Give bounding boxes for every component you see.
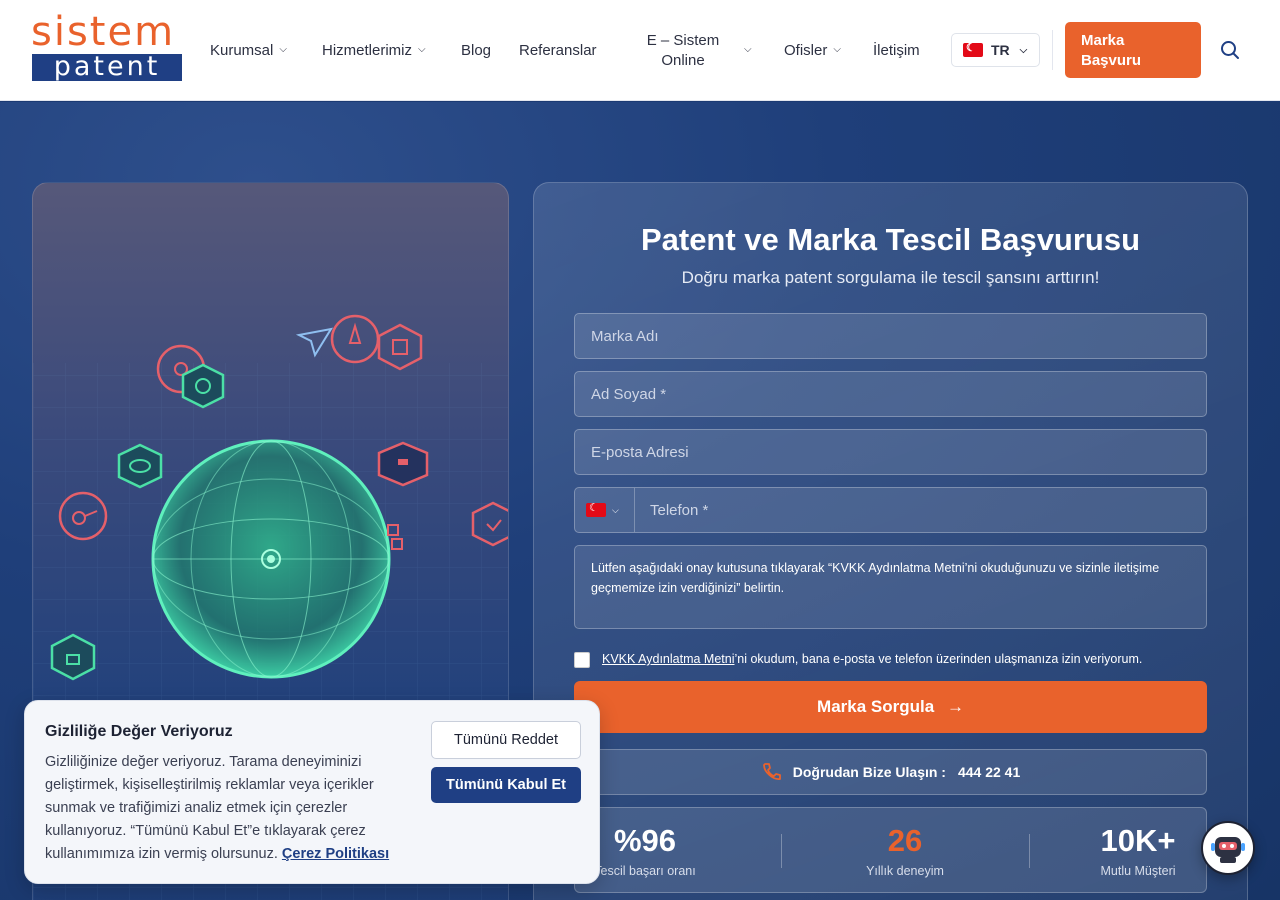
stat-label: Yıllık deneyim xyxy=(866,864,944,878)
kvkk-checkbox[interactable] xyxy=(574,652,590,668)
nav-label: İletişim xyxy=(873,42,920,59)
stat-value: %96 xyxy=(613,823,677,858)
site-logo[interactable]: sistem patent xyxy=(31,12,183,82)
cookie-title: Gizliliğe Değer Veriyoruz xyxy=(45,723,233,740)
language-code: TR xyxy=(991,42,1010,58)
robot-icon xyxy=(1211,837,1245,863)
nav-label: E – Sistem Online xyxy=(640,31,726,71)
contact-number[interactable]: 444 22 41 xyxy=(958,764,1020,780)
full-name-input[interactable] xyxy=(574,371,1207,417)
stat-label: Mutlu Müşteri xyxy=(1100,864,1176,878)
chevron-down-icon: ⌵ xyxy=(612,504,619,515)
nav-label-line2: Online xyxy=(661,51,705,69)
nav-label: Blog xyxy=(461,42,492,59)
turkey-flag-icon xyxy=(963,41,983,57)
arrow-right-icon: → xyxy=(946,697,964,716)
stat-label: Tescil başarı oranı xyxy=(594,864,696,878)
nav-item-blog[interactable]: Blog xyxy=(461,0,491,101)
nav-label: Hizmetlerimiz xyxy=(322,42,412,59)
cookie-consent-banner: Gizliliğe Değer Veriyoruz Gizliliğinize … xyxy=(24,700,600,884)
cta-line1: Marka xyxy=(1081,32,1125,49)
language-selector[interactable]: TR ⌵ xyxy=(951,33,1040,67)
stat-success-rate: %96 Tescil başarı oranı xyxy=(585,822,705,878)
stat-value: 26 xyxy=(887,823,923,858)
lock-icon xyxy=(50,633,96,681)
chip-icon xyxy=(377,323,423,371)
accept-all-button[interactable]: Tümünü Kabul Et xyxy=(431,767,581,803)
cookie-policy-link[interactable]: Çerez Politikası xyxy=(282,846,389,862)
logo-word-bottom: patent xyxy=(32,53,182,81)
nav-item-hizmetlerimiz[interactable]: Hizmetlerimiz ⌵ xyxy=(322,0,426,101)
form-subtitle: Doğru marka patent sorgulama ile tescil … xyxy=(681,268,1100,287)
nav-label: Ofisler xyxy=(784,42,828,59)
consent-info-box: Lütfen aşağıdaki onay kutusuna tıklayara… xyxy=(574,545,1207,629)
phone-icon xyxy=(762,763,781,780)
kvkk-link[interactable]: KVKK Aydınlatma Metni xyxy=(602,652,734,666)
nav-item-ofisler[interactable]: Ofisler ⌵ xyxy=(784,0,841,101)
kvkk-text: ’ni okudum, bana e-posta ve telefon üzer… xyxy=(734,652,1143,666)
logo-word-top: sistem xyxy=(31,9,176,55)
globe xyxy=(151,439,391,679)
stat-divider xyxy=(781,834,782,868)
contact-label: Doğrudan Bize Ulaşın : xyxy=(792,764,946,780)
marka-basvuru-button[interactable]: Marka Başvuru xyxy=(1065,22,1201,78)
cta-line2: Başvuru xyxy=(1081,52,1142,69)
cookie-text: Gizliliğinize değer veriyoruz. Tarama de… xyxy=(45,751,415,866)
chevron-down-icon: ⌵ xyxy=(744,44,752,55)
chevron-down-icon: ⌵ xyxy=(833,44,841,55)
chevron-down-icon: ⌵ xyxy=(418,44,426,55)
paper-plane-icon xyxy=(295,327,334,358)
reject-all-button[interactable]: Tümünü Reddet xyxy=(431,721,581,759)
email-input[interactable] xyxy=(574,429,1207,475)
stat-experience: 26 Yıllık deneyim xyxy=(835,822,975,878)
nav-label: Referanslar xyxy=(519,42,597,59)
nav-item-e-sistem-online[interactable]: E – Sistem Online ⌵ xyxy=(640,0,752,101)
submit-label: Marka Sorgula xyxy=(817,697,935,716)
marka-sorgula-button[interactable]: Marka Sorgula → xyxy=(574,681,1207,733)
contact-bar[interactable]: Doğrudan Bize Ulaşın : 444 22 41 xyxy=(574,749,1207,795)
nav-item-iletisim[interactable]: İletişim xyxy=(873,0,920,101)
cube-icon xyxy=(377,441,429,487)
header-divider xyxy=(1052,30,1053,70)
chevron-down-icon: ⌵ xyxy=(1019,44,1028,56)
chevron-down-icon: ⌵ xyxy=(279,44,287,55)
stat-customers: 10K+ Mutlu Müşteri xyxy=(1083,822,1193,878)
nav-label: Kurumsal xyxy=(210,42,274,59)
site-header: sistem patent Kurumsal ⌵ Hizmetlerimiz ⌵ B… xyxy=(0,0,1280,101)
form-title: Patent ve Marka Tescil Başvurusu xyxy=(640,222,1141,257)
phone-field: ⌵ xyxy=(574,487,1207,533)
brand-name-input[interactable] xyxy=(574,313,1207,359)
rocket-icon xyxy=(330,314,380,364)
nav-label-line1: E – Sistem xyxy=(646,31,720,49)
stat-divider xyxy=(1029,834,1030,868)
hexagon-shield-icon xyxy=(181,363,225,409)
chatbot-launcher[interactable] xyxy=(1201,821,1255,875)
turkey-flag-icon xyxy=(586,501,606,517)
search-icon[interactable] xyxy=(1220,40,1240,60)
phone-input[interactable] xyxy=(635,488,1205,532)
stat-value: 10K+ xyxy=(1100,823,1176,858)
nav-item-referanslar[interactable]: Referanslar xyxy=(519,0,597,101)
country-code-selector[interactable]: ⌵ xyxy=(575,488,635,532)
kvkk-checkbox-label: KVKK Aydınlatma Metni’ni okudum, bana e-… xyxy=(602,652,1142,666)
fingerprint-icon xyxy=(117,443,163,489)
nav-item-kurumsal[interactable]: Kurumsal ⌵ xyxy=(210,0,287,101)
stats-panel: %96 Tescil başarı oranı 26 Yıllık deneyi… xyxy=(574,807,1207,893)
